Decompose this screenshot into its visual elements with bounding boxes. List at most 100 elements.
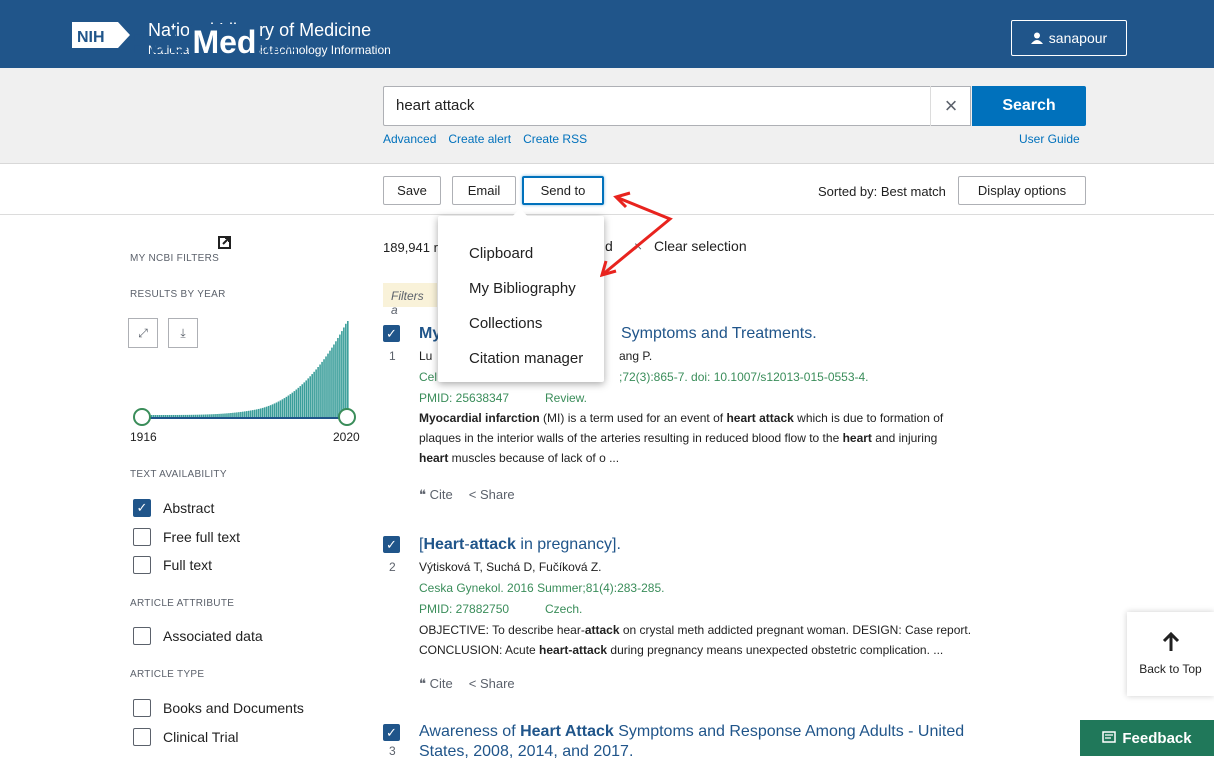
results-by-year-label: RESULTS BY YEAR: [130, 289, 226, 300]
snippet-hl: heart: [842, 431, 872, 445]
email-button[interactable]: Email: [452, 176, 516, 205]
logo-pub: Pub: [128, 24, 189, 60]
title-part: States, 2008, 2014, and 2017.: [419, 743, 634, 760]
clinical-trial-checkbox[interactable]: [133, 728, 151, 746]
user-icon: [1030, 32, 1043, 44]
nih-logo[interactable]: NIH: [72, 20, 132, 50]
associated-data-label[interactable]: Associated data: [163, 628, 263, 644]
result-2-language: Czech.: [545, 602, 583, 616]
result-1-snippet: Myocardial infarction (MI) is a term use…: [419, 408, 1039, 468]
result-2-checkbox[interactable]: ✓: [383, 536, 400, 553]
search-links: Advanced Create alert Create RSS: [383, 132, 587, 146]
save-button[interactable]: Save: [383, 176, 441, 205]
year-start: 1916: [130, 430, 157, 444]
result-2-title[interactable]: [Heart-attack in pregnancy].: [419, 536, 621, 554]
external-link-icon[interactable]: [218, 236, 231, 249]
logo-gov: .gov: [260, 33, 298, 58]
snippet-hl: heart: [419, 451, 449, 465]
logo-med: Med: [189, 24, 260, 60]
snippet-text: CONCLUSION: Acute: [419, 643, 540, 657]
full-text-label[interactable]: Full text: [163, 557, 212, 573]
menu-item-collections[interactable]: Collections: [469, 315, 542, 332]
free-full-text-label[interactable]: Free full text: [163, 529, 240, 545]
display-options-button[interactable]: Display options: [958, 176, 1086, 205]
books-label[interactable]: Books and Documents: [163, 700, 304, 716]
snippet-text: (MI) is a term used for an event of: [539, 411, 727, 425]
full-text-checkbox[interactable]: [133, 556, 151, 574]
result-1-checkbox[interactable]: ✓: [383, 325, 400, 342]
histogram-bars: [143, 321, 349, 417]
result-2-actions: ❝ Cite < Share: [419, 676, 515, 692]
histogram-bar: [345, 323, 347, 417]
snippet-text: and injuring: [871, 431, 938, 445]
title-part: in pregnancy].: [515, 536, 621, 553]
search-input[interactable]: heart attack: [383, 86, 971, 126]
menu-item-citation-manager[interactable]: Citation manager: [469, 350, 583, 367]
share-icon: <: [468, 676, 477, 691]
share-button[interactable]: < Share: [469, 676, 515, 692]
free-full-text-checkbox[interactable]: [133, 528, 151, 546]
snippet-text: OBJECTIVE: To describe hear-: [419, 623, 585, 637]
my-ncbi-filters-label[interactable]: MY NCBI FILTERS: [130, 253, 219, 264]
user-name: sanapour: [1048, 30, 1108, 46]
year-end: 2020: [333, 430, 360, 444]
title-part: Awareness of: [419, 723, 521, 740]
slider-handle-end[interactable]: [338, 408, 356, 426]
result-1-type: Review.: [545, 391, 588, 405]
title-hl: attack: [469, 536, 516, 553]
result-1-pmid: PMID: 25638347: [419, 391, 510, 405]
back-to-top-button[interactable]: Back to Top: [1127, 612, 1214, 696]
quote-icon: ❝: [419, 676, 426, 691]
cite-label: Cite: [429, 676, 453, 691]
cite-label: Cite: [429, 487, 453, 502]
create-alert-link[interactable]: Create alert: [448, 132, 511, 146]
search-button[interactable]: Search: [972, 86, 1086, 126]
snippet-hl: heart-attack: [539, 643, 608, 657]
user-account-button[interactable]: sanapour: [1011, 20, 1127, 56]
advanced-link[interactable]: Advanced: [383, 132, 436, 146]
result-3-title[interactable]: Awareness of Heart Attack Symptoms and R…: [419, 722, 964, 762]
snippet-text: plaques in the interior walls of the art…: [419, 431, 843, 445]
result-2-authors: Výtisková T, Suchá D, Fučíková Z.: [419, 560, 602, 574]
filters-applied-banner: Filters a: [383, 283, 437, 317]
abstract-checkbox[interactable]: ✓: [133, 499, 151, 517]
snippet-text: which is due to formation of: [793, 411, 944, 425]
user-guide-link[interactable]: User Guide: [1019, 132, 1080, 146]
result-3-checkbox[interactable]: ✓: [383, 724, 400, 741]
clinical-trial-label[interactable]: Clinical Trial: [163, 729, 238, 745]
cite-button[interactable]: ❝ Cite: [419, 487, 453, 503]
menu-item-clipboard[interactable]: Clipboard: [469, 245, 533, 262]
annotation-arrows: [600, 191, 673, 278]
histogram-bar: [343, 327, 345, 417]
result-1-title-tail[interactable]: Symptoms and Treatments.: [621, 325, 817, 343]
snippet-hl: heart attack: [726, 411, 794, 425]
cite-button[interactable]: ❝ Cite: [419, 676, 453, 692]
result-1-authors-a: Lu: [419, 349, 433, 363]
result-count: 189,941 r: [383, 240, 438, 255]
sorted-by-label: Sorted by: Best match: [818, 184, 946, 199]
share-label: Share: [479, 676, 515, 691]
article-attribute-label: ARTICLE ATTRIBUTE: [130, 598, 235, 609]
menu-caret-icon: [512, 208, 528, 217]
result-2-snippet: OBJECTIVE: To describe hear-attack on cr…: [419, 620, 1039, 660]
feedback-button[interactable]: Feedback: [1080, 720, 1214, 756]
send-to-menu: Clipboard My Bibliography Collections Ci…: [438, 208, 604, 382]
share-icon: <: [468, 487, 477, 502]
abstract-label[interactable]: Abstract: [163, 500, 214, 516]
clear-search-icon[interactable]: ×: [930, 86, 971, 126]
result-1-actions: ❝ Cite < Share: [419, 487, 515, 503]
share-button[interactable]: < Share: [469, 487, 515, 503]
menu-item-my-bibliography[interactable]: My Bibliography: [469, 280, 576, 297]
pubmed-logo[interactable]: Pub Med .gov: [128, 24, 298, 64]
books-checkbox[interactable]: [133, 699, 151, 717]
create-rss-link[interactable]: Create RSS: [523, 132, 587, 146]
text-availability-label: TEXT AVAILABILITY: [130, 469, 227, 480]
associated-data-checkbox[interactable]: [133, 627, 151, 645]
share-label: Share: [479, 487, 515, 502]
year-slider[interactable]: [131, 405, 361, 429]
snippet-hl: Myocardial infarction: [419, 411, 540, 425]
title-hl: Heart: [423, 536, 465, 553]
send-to-button[interactable]: Send to: [522, 176, 604, 205]
slider-handle-start[interactable]: [133, 408, 151, 426]
result-2-pmid: PMID: 27882750: [419, 602, 510, 616]
